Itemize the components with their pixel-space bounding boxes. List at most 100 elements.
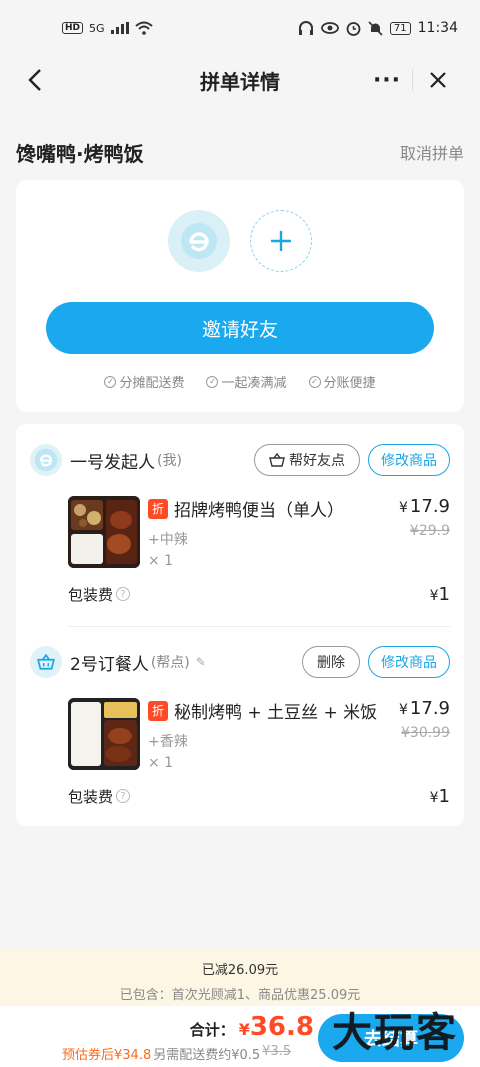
eye-icon <box>321 22 339 34</box>
food-image <box>68 496 140 568</box>
hd-indicator: HD <box>62 22 84 34</box>
help-icon[interactable]: ? <box>116 789 131 803</box>
item-price: ¥17.9 <box>399 698 450 719</box>
item-name: 招牌烤鸭便当（单人） <box>174 501 344 521</box>
item-original-price: ¥29.9 <box>409 523 450 539</box>
orders-card: 一号发起人 (我) 帮好友点 修改商品 折 招牌烤鸭便当（单人） +中辣 × 1… <box>16 424 464 826</box>
feature-label: 一起凑满减 <box>221 376 287 391</box>
avatar <box>30 646 62 678</box>
eleme-logo-icon <box>181 223 217 259</box>
back-button[interactable] <box>20 62 50 98</box>
avatar <box>30 444 62 476</box>
participant-name: 2号订餐人 <box>70 654 149 675</box>
help-icon[interactable]: ? <box>116 587 131 601</box>
basket-icon <box>37 654 55 670</box>
discount-total: 已减26.09元 <box>201 963 279 978</box>
status-left: HD 5G <box>62 21 153 35</box>
item-title: 折 招牌烤鸭便当（单人） <box>148 496 344 521</box>
participant-avatars <box>16 210 464 272</box>
eleme-logo-icon <box>34 448 58 472</box>
participant-actions: 帮好友点 修改商品 <box>254 444 450 476</box>
delivery-fee-original: ¥3.5 <box>262 1044 292 1059</box>
watermark-logo: 大玩客 <box>332 1009 458 1056</box>
packaging-fee-value: 1 <box>438 583 450 605</box>
item-spec: +香辣 <box>148 734 188 750</box>
feature-item: ✓ 分账便捷 <box>308 372 376 391</box>
packaging-fee-value: 1 <box>438 785 450 807</box>
basket-icon <box>269 453 285 467</box>
check-circle-icon: ✓ <box>206 375 219 388</box>
delete-participant-button[interactable]: 删除 <box>302 646 360 678</box>
add-participant-button[interactable] <box>250 210 312 272</box>
item-price: ¥17.9 <box>399 496 450 517</box>
feature-item: ✓ 一起凑满减 <box>206 372 287 391</box>
invite-card: 邀请好友 ✓ 分摊配送费 ✓ 一起凑满减 ✓ 分账便捷 <box>16 180 464 412</box>
divider <box>68 626 450 627</box>
network-indicator: 5G <box>89 21 105 35</box>
order-item: 折 秘制烤鸭 + 土豆丝 + 米饭 +香辣 × 1 ¥17.9 ¥30.99 <box>68 698 450 771</box>
shop-name: 馋嘴鸭·烤鸭饭 <box>16 141 144 166</box>
feature-list: ✓ 分摊配送费 ✓ 一起凑满减 ✓ 分账便捷 <box>16 372 464 391</box>
item-title: 折 秘制烤鸭 + 土豆丝 + 米饭 <box>148 698 377 723</box>
order-for-friend-label: 帮好友点 <box>289 453 345 469</box>
currency-symbol: ¥ <box>238 1020 250 1039</box>
item-quantity: × 1 <box>148 553 174 569</box>
signal-icon <box>110 22 129 34</box>
status-bar: HD 5G 71 11:34 <box>0 0 480 56</box>
delivery-fee-note: 另需配送费约¥0.5 <box>153 1048 261 1063</box>
item-original-price: ¥30.99 <box>401 725 450 741</box>
mute-icon <box>368 20 383 36</box>
edit-items-button[interactable]: 修改商品 <box>368 646 450 678</box>
participant-tag: (我) <box>157 453 182 469</box>
item-spec: +中辣 <box>148 532 188 548</box>
packaging-fee-label: 包装费 <box>68 585 114 604</box>
shop-row: 馋嘴鸭·烤鸭饭 取消拼单 <box>0 124 480 180</box>
packaging-fee-label: 包装费 <box>68 787 114 806</box>
more-button[interactable]: ··· <box>362 60 412 100</box>
currency-symbol: ¥ <box>399 500 408 516</box>
coupon-estimate: 预估券后¥34.8 <box>62 1048 152 1063</box>
close-icon <box>429 72 446 88</box>
edit-items-button[interactable]: 修改商品 <box>368 444 450 476</box>
chevron-left-icon <box>28 69 41 91</box>
order-for-friend-button[interactable]: 帮好友点 <box>254 444 360 476</box>
participant-tag: (帮点) <box>150 655 190 671</box>
invite-friends-button[interactable]: 邀请好友 <box>46 302 434 354</box>
item-price-block: ¥17.9 ¥30.99 <box>399 698 450 741</box>
currency-symbol: ¥ <box>399 702 408 718</box>
edit-name-icon[interactable]: ✎ <box>196 655 206 669</box>
wifi-icon <box>134 21 153 35</box>
nav-bar: 拼单详情 ··· <box>0 56 480 104</box>
feature-item: ✓ 分摊配送费 <box>104 372 184 391</box>
headphones-icon <box>298 21 313 35</box>
item-info: 折 秘制烤鸭 + 土豆丝 + 米饭 +香辣 × 1 <box>148 698 377 771</box>
item-quantity: × 1 <box>148 755 174 771</box>
check-circle-icon: ✓ <box>104 375 117 388</box>
item-info: 折 招牌烤鸭便当（单人） +中辣 × 1 <box>148 496 344 569</box>
nav-capsule: ··· <box>362 60 462 100</box>
close-button[interactable] <box>413 60 462 100</box>
order-item: 折 招牌烤鸭便当（单人） +中辣 × 1 ¥17.9 ¥29.9 <box>68 496 450 569</box>
check-circle-icon: ✓ <box>308 375 321 388</box>
packaging-fee-price: ¥1 <box>430 786 450 807</box>
total-amount: 36.8 <box>249 1012 314 1042</box>
discount-summary: 已减26.09元 已包含：首次光顾减1、商品优惠25.09元 <box>0 950 480 1006</box>
clock: 11:34 <box>417 20 458 36</box>
discount-badge: 折 <box>148 498 168 519</box>
food-image <box>68 698 140 770</box>
item-price-value: 17.9 <box>409 496 450 517</box>
packaging-fee-price: ¥1 <box>430 584 450 605</box>
status-right: 71 11:34 <box>298 20 458 36</box>
cancel-group-order-button[interactable]: 取消拼单 <box>400 140 464 164</box>
battery-icon: 71 <box>389 21 411 35</box>
participant-actions: 删除 修改商品 <box>302 646 450 678</box>
feature-label: 分摊配送费 <box>119 376 185 391</box>
avatar <box>168 210 230 272</box>
alarm-icon <box>346 21 361 36</box>
item-price-value: 17.9 <box>409 698 450 719</box>
total-label: 合计： <box>189 1021 235 1039</box>
item-price-block: ¥17.9 ¥29.9 <box>399 496 450 539</box>
total-line: 合计： ¥ 36.8 <box>190 1012 314 1042</box>
packaging-fee-row: 包装费 ? ¥1 <box>68 582 450 606</box>
discount-badge: 折 <box>148 700 168 721</box>
